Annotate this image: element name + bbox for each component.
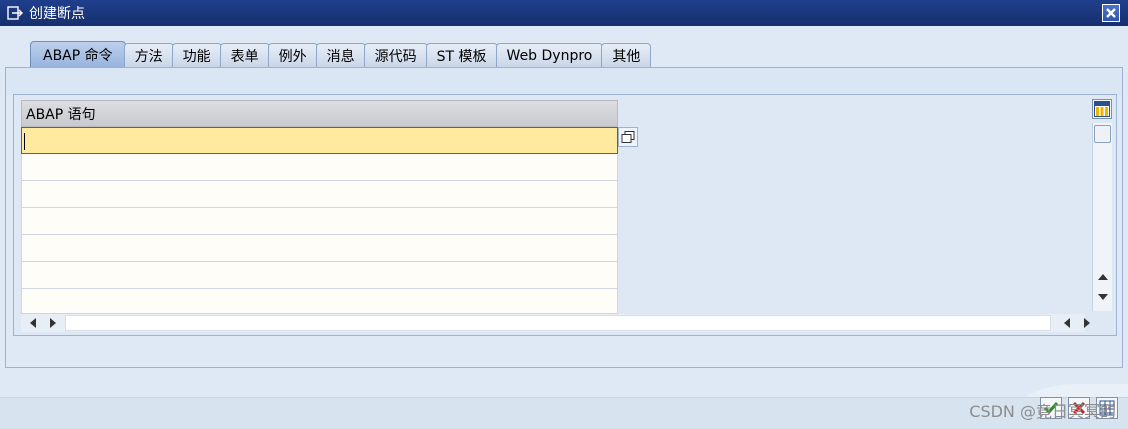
table-settings-button[interactable] [1092, 99, 1112, 119]
arrow-left-icon [1064, 318, 1070, 328]
tab-label: ST 模板 [436, 48, 487, 65]
tab-label: 表单 [230, 48, 259, 65]
tab-label: Web Dynpro [506, 47, 593, 64]
tab-exception[interactable]: 例外 [267, 43, 318, 67]
scroll-right-button-end[interactable] [1081, 317, 1093, 329]
arrow-left-icon [30, 318, 36, 328]
tab-other[interactable]: 其他 [601, 43, 652, 67]
tab-label: ABAP 命令 [43, 47, 113, 64]
table-row[interactable] [21, 181, 618, 208]
tab-label: 功能 [182, 48, 211, 65]
footer-toolbar [0, 397, 1128, 429]
close-button[interactable] [1102, 4, 1120, 22]
scroll-left-button[interactable] [27, 317, 39, 329]
scroll-up-button[interactable] [1096, 271, 1110, 283]
table-row[interactable] [21, 235, 618, 262]
arrow-up-icon [1098, 274, 1108, 280]
tab-abap-command[interactable]: ABAP 命令 [30, 41, 126, 67]
scroll-down-button[interactable] [1096, 291, 1110, 303]
scroll-thumb[interactable] [1094, 125, 1111, 143]
abap-statement-table: ABAP 语句 [21, 100, 618, 314]
table-row[interactable] [21, 208, 618, 235]
window-title: 创建断点 [29, 6, 85, 22]
tab-label: 例外 [278, 48, 307, 65]
table-row[interactable] [21, 154, 618, 181]
close-icon [1106, 8, 1116, 18]
tab-method[interactable]: 方法 [123, 43, 174, 67]
tab-strip: ABAP 命令 方法 功能 表单 例外 消息 源代码 ST 模板 Web Dyn… [30, 41, 652, 67]
tab-panel: ABAP 语句 [5, 67, 1123, 368]
tab-message[interactable]: 消息 [315, 43, 366, 67]
table-settings-icon [1094, 101, 1110, 117]
title-bar: 创建断点 [0, 0, 1128, 26]
table-row[interactable] [21, 262, 618, 289]
column-header-label: ABAP 语句 [26, 106, 96, 123]
tab-label: 消息 [326, 48, 355, 65]
tab-source-code[interactable]: 源代码 [363, 43, 428, 67]
scroll-right-button[interactable] [47, 317, 59, 329]
value-help-icon [621, 131, 635, 143]
value-help-button[interactable] [618, 127, 638, 147]
tab-form[interactable]: 表单 [219, 43, 270, 67]
panel-header-strip [6, 68, 1122, 95]
column-header: ABAP 语句 [21, 100, 618, 127]
vertical-scrollbar[interactable] [1092, 123, 1112, 311]
arrow-right-icon [1084, 318, 1090, 328]
table-row[interactable] [21, 289, 618, 314]
tab-label: 源代码 [374, 48, 417, 65]
statement-table-container: ABAP 语句 [13, 94, 1117, 336]
tab-st-template[interactable]: ST 模板 [425, 43, 498, 67]
watermark: CSDN @竟日冥冥的 [969, 402, 1116, 421]
arrow-down-icon [1098, 294, 1108, 300]
text-cursor [24, 133, 25, 150]
arrow-right-icon [50, 318, 56, 328]
scroll-track[interactable] [65, 315, 1051, 331]
scroll-left-button-end[interactable] [1061, 317, 1073, 329]
horizontal-scrollbar[interactable] [21, 314, 1090, 332]
tab-label: 其他 [612, 48, 641, 65]
tab-label: 方法 [134, 48, 163, 65]
tab-web-dynpro[interactable]: Web Dynpro [495, 43, 604, 67]
tab-function[interactable]: 功能 [171, 43, 222, 67]
exit-icon [7, 6, 23, 20]
footer: CSDN @竟日冥冥的 [0, 368, 1128, 429]
table-row[interactable] [21, 127, 618, 154]
